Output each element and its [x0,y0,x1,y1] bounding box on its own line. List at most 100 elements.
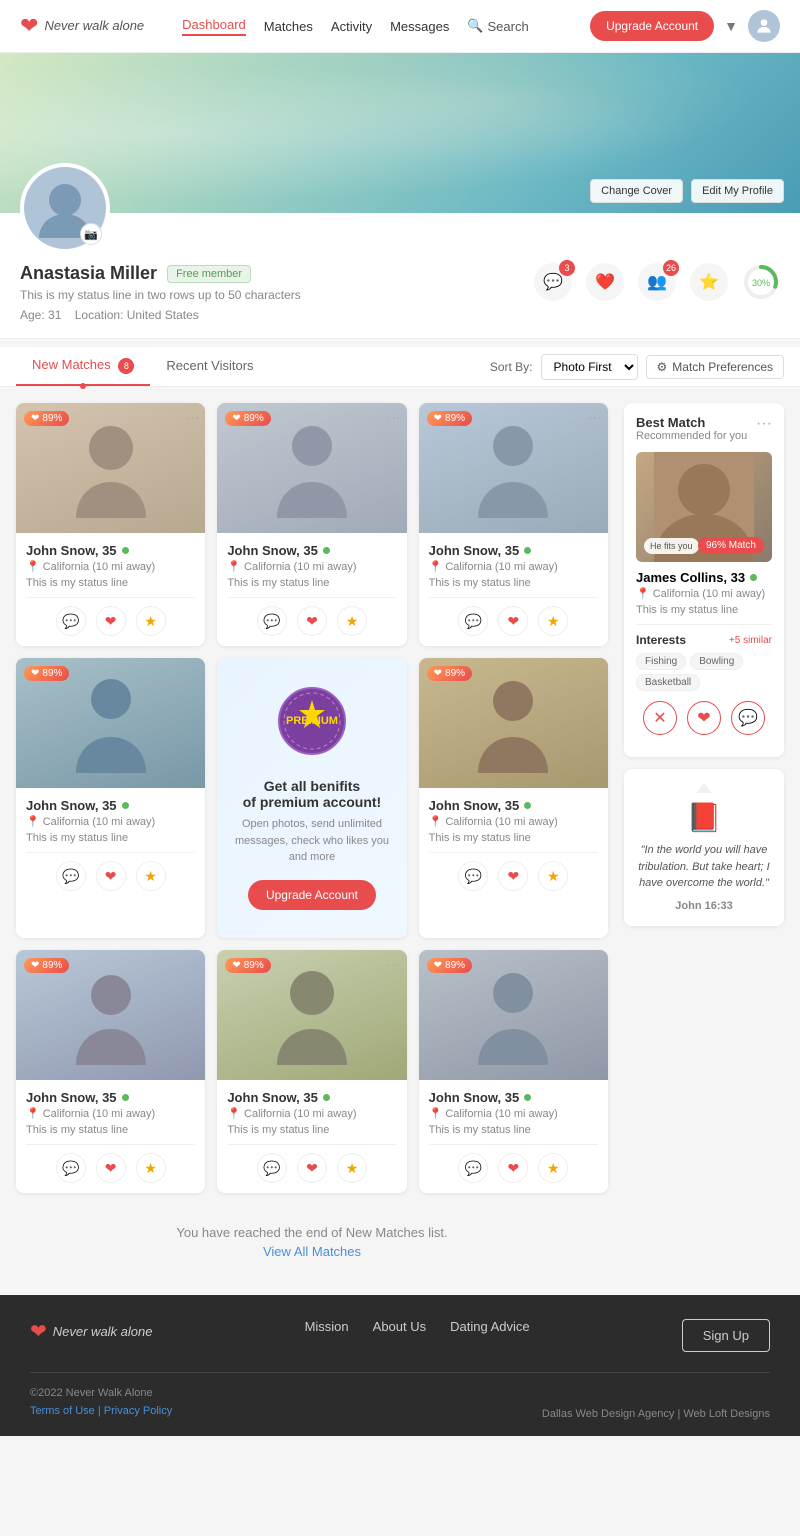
favorites-icon-btn[interactable]: ⭐ [690,263,728,301]
card-more-icon[interactable]: ··· [387,409,401,425]
card-more-icon[interactable]: ··· [588,664,602,680]
favorite-button[interactable]: ★ [337,1153,367,1183]
connections-count-badge: 26 [663,260,679,276]
user-avatar[interactable] [748,10,780,42]
card-location: 📍 California (10 mi away) [429,815,598,828]
tab-new-matches[interactable]: New Matches 8 [16,347,150,386]
logo[interactable]: ❤ Never walk alone [20,13,144,39]
best-match-title: Best Match Recommended for you [636,415,747,450]
match-card: ❤ 89% ··· John Snow, 35 📍 California (10… [16,403,205,646]
footer-credit[interactable]: Dallas Web Design Agency | Web Loft Desi… [542,1408,770,1420]
favorite-button[interactable]: ★ [136,606,166,636]
nav-search[interactable]: 🔍 Search [467,18,528,34]
match-card: ❤ 89% ··· John Snow, 35 📍 California (10… [419,658,608,938]
tab-recent-visitors[interactable]: Recent Visitors [150,348,269,385]
sort-label: Sort By: [490,360,533,374]
interest-tag[interactable]: Fishing [636,653,686,670]
card-more-icon[interactable]: ··· [387,956,401,972]
nav-activity[interactable]: Activity [331,19,372,34]
like-button[interactable]: ❤ [96,606,126,636]
card-status: This is my status line [26,577,195,589]
match-percentage-badge: ❤ 89% [225,958,270,973]
card-name-row: John Snow, 35 [26,543,195,558]
message-button[interactable]: 💬 [56,1153,86,1183]
upgrade-button[interactable]: Upgrade Account [590,11,714,41]
sort-select[interactable]: Photo First Recent Distance [541,354,638,380]
match-card: ❤ 89% ··· John Snow, 35 📍 California (10… [16,950,205,1193]
profile-avatar: 📷 [20,163,110,253]
like-button[interactable]: ❤ [96,1153,126,1183]
like-button[interactable]: ❤ [297,606,327,636]
match-percentage-badge: ❤ 89% [427,666,472,681]
profile-status: This is my status line in two rows up to… [20,288,534,302]
footer-mission-link[interactable]: Mission [305,1319,349,1334]
footer-about-link[interactable]: About Us [373,1319,426,1334]
upgrade-account-button[interactable]: Upgrade Account [248,880,376,910]
like-button[interactable]: ❤ [96,861,126,891]
match-preferences-button[interactable]: ⚙ Match Preferences [646,355,784,379]
message-button[interactable]: 💬 [731,701,765,735]
card-more-icon[interactable]: ··· [588,956,602,972]
favorite-button[interactable]: ★ [136,1153,166,1183]
card-more-icon[interactable]: ··· [185,664,199,680]
best-match-name-row: James Collins, 33 [636,570,772,585]
message-button[interactable]: 💬 [257,606,287,636]
message-button[interactable]: 💬 [56,606,86,636]
edit-profile-button[interactable]: Edit My Profile [691,179,784,203]
like-button[interactable]: ❤ [498,1153,528,1183]
premium-title: Get all benifitsof premium account! [243,778,381,810]
interests-more[interactable]: +5 similar [729,635,772,646]
view-all-matches-link[interactable]: View All Matches [36,1244,588,1259]
matches-row-2: ❤ 89% ··· John Snow, 35 📍 California (10… [16,658,608,938]
card-actions: 💬 ❤ ★ [26,852,195,891]
card-more-icon[interactable]: ··· [185,409,199,425]
message-button[interactable]: 💬 [458,1153,488,1183]
message-button[interactable]: 💬 [458,606,488,636]
message-button[interactable]: 💬 [56,861,86,891]
dropdown-arrow-icon[interactable]: ▼ [724,18,738,34]
card-location: 📍 California (10 mi away) [227,560,396,573]
connections-icon-btn[interactable]: 👥 26 [638,263,676,301]
card-status: This is my status line [429,577,598,589]
message-button[interactable]: 💬 [257,1153,287,1183]
profile-progress[interactable]: 30% [742,263,780,301]
favorite-button[interactable]: ★ [538,606,568,636]
profile-location: Location: United States [75,308,199,322]
card-name: John Snow, 35 [429,1090,520,1105]
profile-age: Age: 31 [20,308,61,322]
change-cover-button[interactable]: Change Cover [590,179,683,203]
footer-signup-button[interactable]: Sign Up [682,1319,770,1352]
best-match-more-icon[interactable]: ··· [756,415,772,433]
likes-icon-btn[interactable]: ❤️ [586,263,624,301]
matches-row-3: ❤ 89% ··· John Snow, 35 📍 California (10… [16,950,608,1193]
nav-dashboard[interactable]: Dashboard [182,17,246,36]
like-button[interactable]: ❤ [297,1153,327,1183]
best-match-percentage-badge: 96% Match [698,537,764,554]
card-name-row: John Snow, 35 [227,543,396,558]
card-location: 📍 California (10 mi away) [227,1107,396,1120]
card-location: 📍 California (10 mi away) [429,560,598,573]
footer-dating-advice-link[interactable]: Dating Advice [450,1319,530,1334]
nav-messages[interactable]: Messages [390,19,449,34]
favorite-button[interactable]: ★ [538,861,568,891]
matches-row-1: ❤ 89% ··· John Snow, 35 📍 California (10… [16,403,608,646]
profile-name-row: Anastasia Miller Free member [20,263,534,284]
favorite-button[interactable]: ★ [136,861,166,891]
card-actions: 💬 ❤ ★ [227,597,396,636]
like-button[interactable]: ❤ [687,701,721,735]
favorite-button[interactable]: ★ [538,1153,568,1183]
footer-nav: Mission About Us Dating Advice [305,1319,530,1334]
interest-tag[interactable]: Basketball [636,674,700,691]
favorite-button[interactable]: ★ [337,606,367,636]
interest-tag[interactable]: Bowling [690,653,743,670]
like-button[interactable]: ❤ [498,606,528,636]
reject-button[interactable]: ✕ [643,701,677,735]
messages-icon-btn[interactable]: 💬 3 [534,263,572,301]
like-button[interactable]: ❤ [498,861,528,891]
message-button[interactable]: 💬 [458,861,488,891]
nav-matches[interactable]: Matches [264,19,313,34]
card-more-icon[interactable]: ··· [185,956,199,972]
main-content: ❤ 89% ··· John Snow, 35 📍 California (10… [0,387,800,1295]
card-more-icon[interactable]: ··· [588,409,602,425]
camera-icon[interactable]: 📷 [80,223,102,245]
